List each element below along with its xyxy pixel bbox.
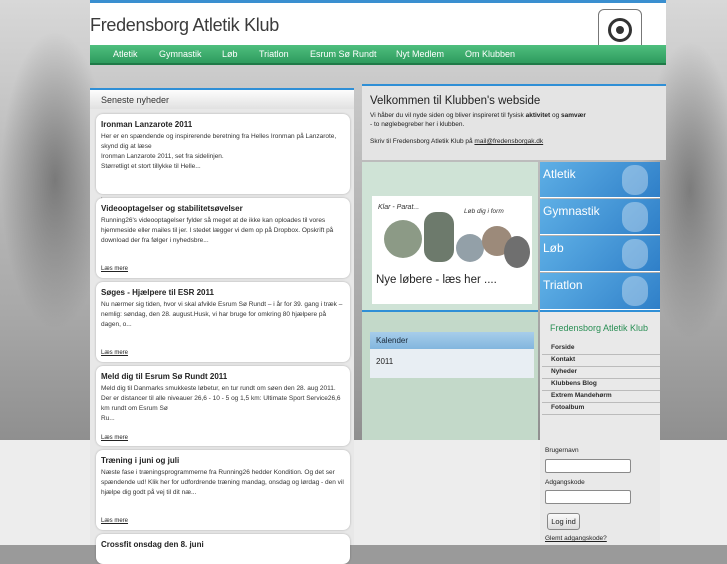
welcome-contact: Skriv til Fredensborg Atletik Klub på ma… xyxy=(370,138,543,145)
contact-email-link[interactable]: mail@fredensborgak.dk xyxy=(474,138,543,145)
nav-atletik[interactable]: Atletik xyxy=(113,49,138,59)
tile-atletik[interactable]: Atletik xyxy=(540,162,660,198)
news-item-body: Her er en spændende og inspirerende bere… xyxy=(101,133,337,170)
welcome-box: Velkommen til Klubben's webside Vi håber… xyxy=(362,84,666,160)
tile-lob[interactable]: Løb xyxy=(540,236,660,272)
club-menu-label: Forside xyxy=(551,344,575,351)
welcome-text-bold: samvær xyxy=(561,112,586,119)
logo-center xyxy=(616,26,624,34)
welcome-text-part: - to nøglebegreber her i klubben. xyxy=(370,121,465,128)
news-item: Ironman Lanzarote 2011 Her er en spænden… xyxy=(96,114,350,204)
club-menu-label: Kontakt xyxy=(551,356,576,363)
news-column: Seneste nyheder Ironman Lanzarote 2011 H… xyxy=(90,88,354,564)
welcome-text-part: og xyxy=(550,112,562,119)
calendar-heading: Kalender xyxy=(376,336,409,345)
club-menu-item-forside[interactable]: Forside xyxy=(542,343,660,355)
news-header: Seneste nyheder xyxy=(90,88,354,109)
club-menu-label: Extrem Mandehørm xyxy=(551,392,612,399)
news-item: Træning i juni og juli Næste fase i træn… xyxy=(96,450,350,530)
calendar-year-link[interactable]: 2011 xyxy=(376,357,393,366)
tile-figure xyxy=(622,239,648,269)
site-title[interactable]: Fredensborg Atletik Klub xyxy=(90,15,279,36)
promo-photo xyxy=(384,220,422,258)
login-button[interactable]: Log ind xyxy=(547,513,580,530)
welcome-text-part: Vi håber du vil nyde siden og bliver ins… xyxy=(370,112,526,119)
news-item-title[interactable]: Søges - Hjælpere til ESR 2011 xyxy=(101,288,214,297)
club-menu-item-extrem-mandehorm[interactable]: Extrem Mandehørm xyxy=(542,391,660,403)
club-menu-item-kontakt[interactable]: Kontakt xyxy=(542,355,660,367)
calendar-widget: Kalender 2011 xyxy=(370,332,534,378)
promo-caption[interactable]: Nye løbere - læs her .... xyxy=(376,274,497,286)
forgot-password-link[interactable]: Glemt adgangskode? xyxy=(545,535,607,542)
nav-om-klubben[interactable]: Om Klubben xyxy=(465,49,515,59)
tile-figure xyxy=(622,165,648,195)
calendar-header: Kalender xyxy=(370,332,534,349)
promo-photo xyxy=(456,234,484,262)
read-more-link[interactable]: Læs mere xyxy=(101,350,128,356)
nav-gymnastik[interactable]: Gymnastik xyxy=(159,49,202,59)
calendar-area: Kalender 2011 xyxy=(362,310,538,440)
club-menu-label: Nyheder xyxy=(551,368,578,375)
tile-label: Løb xyxy=(543,241,564,255)
password-label: Adgangskode xyxy=(545,479,585,486)
news-item-body: Running26's videooptagelser fylder så me… xyxy=(101,217,334,244)
read-more-link[interactable]: Læs mere xyxy=(101,435,128,441)
club-menu-title: Fredensborg Atletik Klub xyxy=(550,323,649,333)
tile-label: Triatlon xyxy=(543,278,583,292)
promo-photo xyxy=(424,212,454,262)
news-item: Meld dig til Esrum Sø Rundt 2011 Meld di… xyxy=(96,366,350,446)
news-item-title[interactable]: Ironman Lanzarote 2011 xyxy=(101,120,192,129)
read-more-link[interactable]: Læs mere xyxy=(101,518,128,524)
nav-triatlon[interactable]: Triatlon xyxy=(259,49,289,59)
club-menu-label: Fotoalbum xyxy=(551,404,585,411)
new-runners-promo[interactable]: Klar - Parat... Løb dig i form Nye løber… xyxy=(362,162,538,310)
news-item-title[interactable]: Videooptagelser og stabilitetsøvelser xyxy=(101,204,243,213)
username-input[interactable] xyxy=(545,459,631,473)
welcome-heading: Velkommen til Klubben's webside xyxy=(370,95,541,107)
news-heading: Seneste nyheder xyxy=(101,95,170,105)
news-item: Videooptagelser og stabilitetsøvelser Ru… xyxy=(96,198,350,278)
contact-label: Skriv til Fredensborg Atletik Klub på xyxy=(370,138,475,145)
club-menu-item-nyheder[interactable]: Nyheder xyxy=(542,367,660,379)
club-menu-item-fotoalbum[interactable]: Fotoalbum xyxy=(542,403,660,415)
nav-nyt-medlem[interactable]: Nyt Medlem xyxy=(396,49,444,59)
news-item-body: Nu nærmer sig tiden, hvor vi skal afvikl… xyxy=(101,301,343,328)
tile-label: Atletik xyxy=(543,167,576,181)
tile-gymnastik[interactable]: Gymnastik xyxy=(540,199,660,235)
login-form: Brugernavn Adgangskode Log ind Glemt adg… xyxy=(540,440,660,545)
news-item-title[interactable]: Meld dig til Esrum Sø Rundt 2011 xyxy=(101,372,227,381)
club-menu-box: Fredensborg Atletik Klub Forside Kontakt… xyxy=(540,310,660,440)
activity-tiles: Atletik Gymnastik Løb Triatlon xyxy=(540,162,660,310)
promo-slogan-right: Løb dig i form xyxy=(464,208,504,215)
promo-image: Klar - Parat... Løb dig i form xyxy=(372,196,532,304)
password-input[interactable] xyxy=(545,490,631,504)
welcome-text-bold: aktivitet xyxy=(525,112,551,119)
promo-photo xyxy=(504,236,530,268)
club-menu-label: Klubbens Blog xyxy=(551,380,597,387)
tile-label: Gymnastik xyxy=(543,204,600,218)
nav-esrum-so-rundt[interactable]: Esrum Sø Rundt xyxy=(310,49,377,59)
news-item-body: Meld dig til Danmarks smukkeste løbetur,… xyxy=(101,385,341,422)
tile-figure xyxy=(622,202,648,232)
news-item: Søges - Hjælpere til ESR 2011 Nu nærmer … xyxy=(96,282,350,362)
news-item-body: Næste fase i træningsprogrammerne fra Ru… xyxy=(101,469,344,496)
read-more-link[interactable]: Læs mere xyxy=(101,266,128,272)
welcome-text: Vi håber du vil nyde siden og bliver ins… xyxy=(370,111,660,129)
news-item-title[interactable]: Træning i juni og juli xyxy=(101,456,179,465)
main-navigation: Atletik Gymnastik Løb Triatlon Esrum Sø … xyxy=(90,45,666,65)
tile-figure xyxy=(622,276,648,306)
promo-slogan-left: Klar - Parat... xyxy=(378,204,420,211)
nav-lob[interactable]: Løb xyxy=(222,49,238,59)
club-menu-item-blog[interactable]: Klubbens Blog xyxy=(542,379,660,391)
news-item: Crossfit onsdag den 8. juni xyxy=(96,534,350,564)
tile-triatlon[interactable]: Triatlon xyxy=(540,273,660,310)
username-label: Brugernavn xyxy=(545,447,579,454)
